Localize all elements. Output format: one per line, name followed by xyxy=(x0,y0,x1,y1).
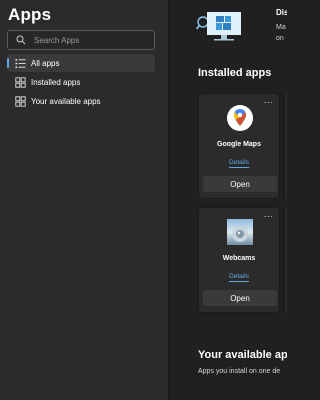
details-link[interactable]: Details xyxy=(199,273,279,282)
available-apps-description: Apps you install on one de xyxy=(198,368,281,375)
grid-icon xyxy=(15,76,26,88)
list-icon xyxy=(15,58,26,68)
app-card-google-maps: ... Google Maps Details Open xyxy=(198,93,280,199)
desktop-illustration-icon xyxy=(196,12,241,41)
search-input[interactable] xyxy=(34,35,144,45)
details-link-label[interactable]: Details xyxy=(229,273,249,282)
promo-description: Ma on xyxy=(276,22,286,44)
next-card-edge xyxy=(284,93,287,199)
grid-icon xyxy=(15,95,26,107)
app-name: Google Maps xyxy=(217,141,261,148)
available-apps-heading: Your available apps xyxy=(198,349,287,361)
google-maps-icon xyxy=(227,105,253,131)
webcams-icon xyxy=(227,219,253,245)
sidebar-item-label: Your available apps xyxy=(31,96,101,106)
app-card-webcams: ... Webcams Details Open xyxy=(198,207,280,313)
sidebar-nav: All apps Installed apps Your available a… xyxy=(7,54,155,111)
more-options-button[interactable]: ... xyxy=(264,209,273,219)
sidebar: Apps All apps xyxy=(0,0,169,400)
app-name: Webcams xyxy=(222,255,256,262)
open-button[interactable]: Open xyxy=(203,290,277,306)
next-card-edge xyxy=(284,207,287,313)
sidebar-item-installed-apps[interactable]: Installed apps xyxy=(7,73,155,91)
details-link-label[interactable]: Details xyxy=(229,159,249,168)
promo-title: Dis xyxy=(276,8,287,17)
installed-apps-heading: Installed apps xyxy=(198,67,272,79)
sidebar-item-all-apps[interactable]: All apps xyxy=(7,54,155,72)
promo-line: Ma xyxy=(276,24,286,31)
search-box[interactable] xyxy=(7,30,155,50)
sidebar-item-label: Installed apps xyxy=(31,77,81,87)
sidebar-title: Apps xyxy=(8,5,52,24)
more-options-button[interactable]: ... xyxy=(264,95,273,105)
sidebar-item-label: All apps xyxy=(31,58,60,68)
sidebar-item-available-apps[interactable]: Your available apps xyxy=(7,92,155,110)
main-content: Dis Ma on Installed apps ... Google Maps… xyxy=(170,0,287,400)
apps-window: Apps All apps xyxy=(0,0,287,400)
details-link[interactable]: Details xyxy=(199,159,279,168)
promo-line: on xyxy=(276,35,284,42)
open-button[interactable]: Open xyxy=(203,176,277,192)
search-icon xyxy=(16,35,26,45)
